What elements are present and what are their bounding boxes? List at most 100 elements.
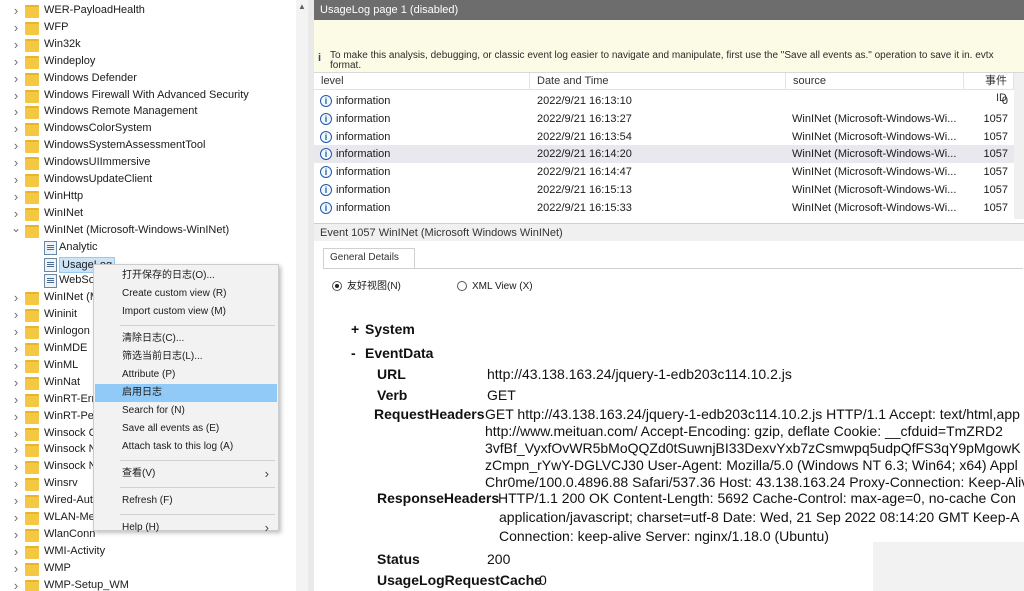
tree-folder-item[interactable]: › WFP	[0, 19, 296, 36]
tree-folder-item[interactable]: › WindowsUIImmersive	[0, 154, 296, 171]
tree-folder-item[interactable]: › WindowsSystemAssessmentTool	[0, 137, 296, 154]
chevron-right-icon[interactable]: ›	[11, 492, 21, 509]
chevron-right-icon[interactable]: ›	[11, 154, 21, 171]
context-menu-item[interactable]: 筛选当前日志(L)...	[95, 348, 277, 366]
event-level: information	[336, 201, 391, 214]
chevron-right-icon[interactable]: ›	[11, 36, 21, 53]
chevron-right-icon[interactable]: ›	[11, 425, 21, 442]
chevron-right-icon[interactable]: ›	[11, 408, 21, 425]
context-menu-item[interactable]: Create custom view (R)	[95, 285, 277, 303]
chevron-right-icon[interactable]: ›	[11, 357, 21, 374]
tab-general-details[interactable]: General Details	[323, 248, 415, 268]
event-row[interactable]: i information 2022/9/21 16:15:13 WinINet (M…	[314, 181, 1014, 199]
tree-item-label: Wired-Aut	[44, 494, 93, 507]
chevron-down-icon[interactable]: ⌄	[11, 222, 21, 239]
context-menu-item[interactable]: Help (H) ›	[95, 519, 277, 537]
tree-folder-item[interactable]: › WMI-Activity	[0, 543, 296, 560]
chevron-right-icon[interactable]: ›	[11, 475, 21, 492]
tree-log-item[interactable]: Analytic	[0, 239, 296, 256]
chevron-right-icon[interactable]: ›	[11, 323, 21, 340]
grid-scrollbar[interactable]	[1014, 73, 1024, 219]
context-menu-item[interactable]: 清除日志(C)...	[95, 330, 277, 348]
tree-folder-item[interactable]: › WMP	[0, 560, 296, 577]
chevron-right-icon[interactable]: ›	[11, 543, 21, 560]
chevron-right-icon[interactable]: ›	[11, 70, 21, 87]
chevron-right-icon[interactable]: ›	[11, 137, 21, 154]
tree-folder-item[interactable]: › Windows Defender	[0, 70, 296, 87]
chevron-right-icon[interactable]: ›	[11, 560, 21, 577]
chevron-right-icon[interactable]: ›	[11, 391, 21, 408]
information-icon: i	[320, 166, 332, 179]
event-row[interactable]: i information 2022/9/21 16:13:10 0	[314, 92, 1014, 110]
events-grid[interactable]: level Date and Time source 事件 ID i inform…	[314, 73, 1024, 219]
chevron-right-icon[interactable]: ›	[11, 171, 21, 188]
chevron-right-icon[interactable]: ›	[11, 577, 21, 591]
request-headers-line: zCmpn_rYwY-DGLVCJ30 User-Agent: Mozilla/…	[485, 457, 1018, 473]
chevron-right-icon[interactable]: ›	[11, 526, 21, 543]
context-menu-item[interactable]: Attach task to this log (A)	[95, 438, 277, 456]
tree-folder-item[interactable]: › WMP-Setup_WM	[0, 577, 296, 591]
tree-item-label: Windows Defender	[44, 71, 137, 84]
tree-folder-item[interactable]: › Windows Firewall With Advanced Security	[0, 87, 296, 104]
event-date: 2022/9/21 16:15:33	[537, 201, 632, 214]
chevron-right-icon[interactable]: ›	[11, 188, 21, 205]
context-menu-item[interactable]: Search for (N)	[95, 402, 277, 420]
tree-folder-item[interactable]: › Windows Remote Management	[0, 103, 296, 120]
column-header-level[interactable]: level	[314, 73, 530, 90]
radio-unselected-icon[interactable]	[457, 281, 467, 291]
chevron-right-icon[interactable]: ›	[11, 289, 21, 306]
context-menu-item[interactable]: Save all events as (E)	[95, 420, 277, 438]
chevron-right-icon[interactable]: ›	[11, 306, 21, 323]
event-row[interactable]: i information 2022/9/21 16:13:54 WinINet (M…	[314, 128, 1014, 146]
chevron-right-icon[interactable]: ›	[11, 205, 21, 222]
menu-item-label: Attach task to this log (A)	[122, 441, 234, 452]
section-system[interactable]: + System	[351, 320, 415, 338]
chevron-right-icon[interactable]: ›	[11, 120, 21, 137]
tree-folder-item[interactable]: › WindowsUpdateClient	[0, 171, 296, 188]
expand-toggle-icon[interactable]: +	[351, 320, 365, 338]
context-menu-item[interactable]: 打开保存的日志(O)...	[95, 267, 277, 285]
column-header-date[interactable]: Date and Time	[530, 73, 786, 90]
scroll-up-icon[interactable]: ▲	[298, 2, 306, 11]
tree-item-label: Winsock N	[44, 443, 97, 456]
chevron-right-icon[interactable]: ›	[11, 458, 21, 475]
chevron-right-icon[interactable]: ›	[11, 19, 21, 36]
collapse-toggle-icon[interactable]: -	[351, 344, 365, 362]
chevron-right-icon[interactable]: ›	[11, 103, 21, 120]
tree-folder-item[interactable]: › Win32k	[0, 36, 296, 53]
column-header-source[interactable]: source	[786, 73, 964, 90]
chevron-right-icon[interactable]: ›	[11, 509, 21, 526]
event-level: information	[336, 112, 391, 125]
chevron-right-icon[interactable]: ›	[11, 2, 21, 19]
event-row[interactable]: i information 2022/9/21 16:15:33 WinINet (M…	[314, 199, 1014, 217]
context-menu-item[interactable]: 启用日志	[95, 384, 277, 402]
column-header-event-id[interactable]: 事件 ID	[964, 73, 1014, 104]
radio-xml-view[interactable]: XML View (X)	[457, 280, 577, 294]
information-icon: i	[320, 201, 332, 214]
tree-folder-item[interactable]: › WER-PayloadHealth	[0, 2, 296, 19]
event-details-pane: General Details 友好视图(N) XML View (X) + Sy…	[314, 242, 1024, 591]
tree-folder-item[interactable]: › Windeploy	[0, 53, 296, 70]
event-row[interactable]: i information 2022/9/21 16:13:27 WinINet (M…	[314, 110, 1014, 128]
radio-selected-icon[interactable]	[332, 281, 342, 291]
event-row[interactable]: i information 2022/9/21 16:14:47 WinINet (M…	[314, 163, 1014, 181]
tree-scrollbar[interactable]: ▲	[296, 0, 308, 591]
chevron-right-icon[interactable]: ›	[11, 53, 21, 70]
section-eventdata[interactable]: - EventData	[351, 344, 433, 362]
context-menu-item[interactable]: Attribute (P)	[95, 366, 277, 384]
chevron-right-icon[interactable]: ›	[11, 374, 21, 391]
context-menu-item[interactable]: 查看(V) ›	[95, 465, 277, 483]
event-row[interactable]: i information 2022/9/21 16:14:20 WinINet (M…	[314, 145, 1014, 164]
chevron-right-icon[interactable]: ›	[11, 87, 21, 104]
tree-folder-item[interactable]: › WinHttp	[0, 188, 296, 205]
chevron-right-icon[interactable]: ›	[11, 340, 21, 357]
context-menu-item[interactable]: Refresh (F)	[95, 492, 277, 510]
tree-folder-item[interactable]: › WindowsColorSystem	[0, 120, 296, 137]
chevron-right-icon[interactable]: ›	[11, 441, 21, 458]
radio-friendly-view[interactable]: 友好视图(N)	[332, 280, 452, 294]
tree-folder-item[interactable]: ⌄ WinINet (Microsoft-Windows-WinINet)	[0, 222, 296, 239]
event-id: 1057	[983, 148, 1008, 161]
context-menu-item[interactable]: Import custom view (M)	[95, 303, 277, 321]
event-id: 1057	[983, 130, 1008, 143]
tree-folder-item[interactable]: › WinINet	[0, 205, 296, 222]
